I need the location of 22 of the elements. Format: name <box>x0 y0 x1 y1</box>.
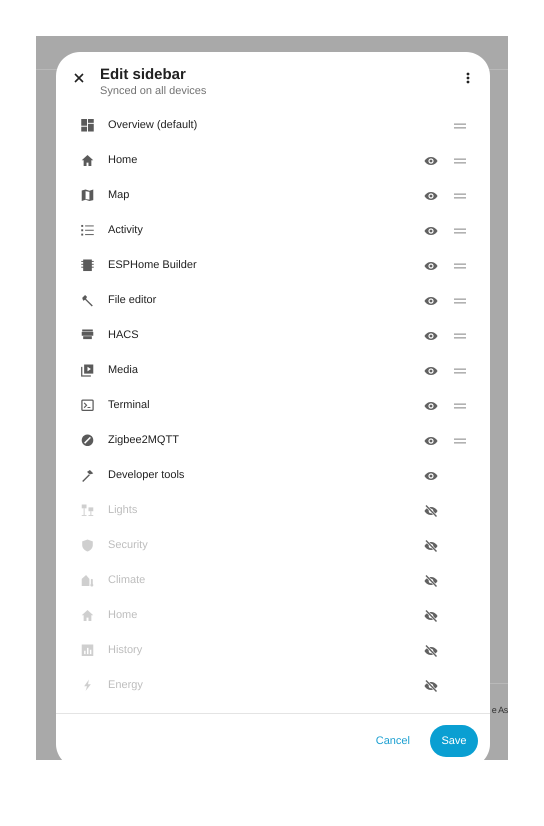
item-label: Lights <box>108 503 138 518</box>
item-label: Home <box>108 153 138 168</box>
item-label: History <box>108 643 142 658</box>
cancel-button[interactable]: Cancel <box>374 728 412 754</box>
item-label: HACS <box>108 328 139 344</box>
dialog-subtitle: Synced on all devices <box>100 84 206 98</box>
item-label: Developer tools <box>108 468 184 484</box>
dialog-title: Edit sidebar <box>100 66 187 84</box>
item-label: Security <box>108 538 148 554</box>
item-label: File editor <box>108 293 156 308</box>
item-label: Map <box>108 188 130 204</box>
item-label: Media <box>108 363 138 378</box>
item-label: Overview (default) <box>108 118 198 134</box>
item-label: Climate <box>108 573 146 588</box>
item-label: Zigbee2MQTT <box>108 433 179 448</box>
item-label: ESPHome Builder <box>108 258 197 274</box>
save-button[interactable]: Save <box>430 725 478 757</box>
item-label: Terminal <box>108 398 150 414</box>
item-label: Activity <box>108 223 143 238</box>
item-label: Home <box>108 608 138 624</box>
background-text: e As <box>492 704 508 717</box>
item-label: Energy <box>108 678 143 694</box>
